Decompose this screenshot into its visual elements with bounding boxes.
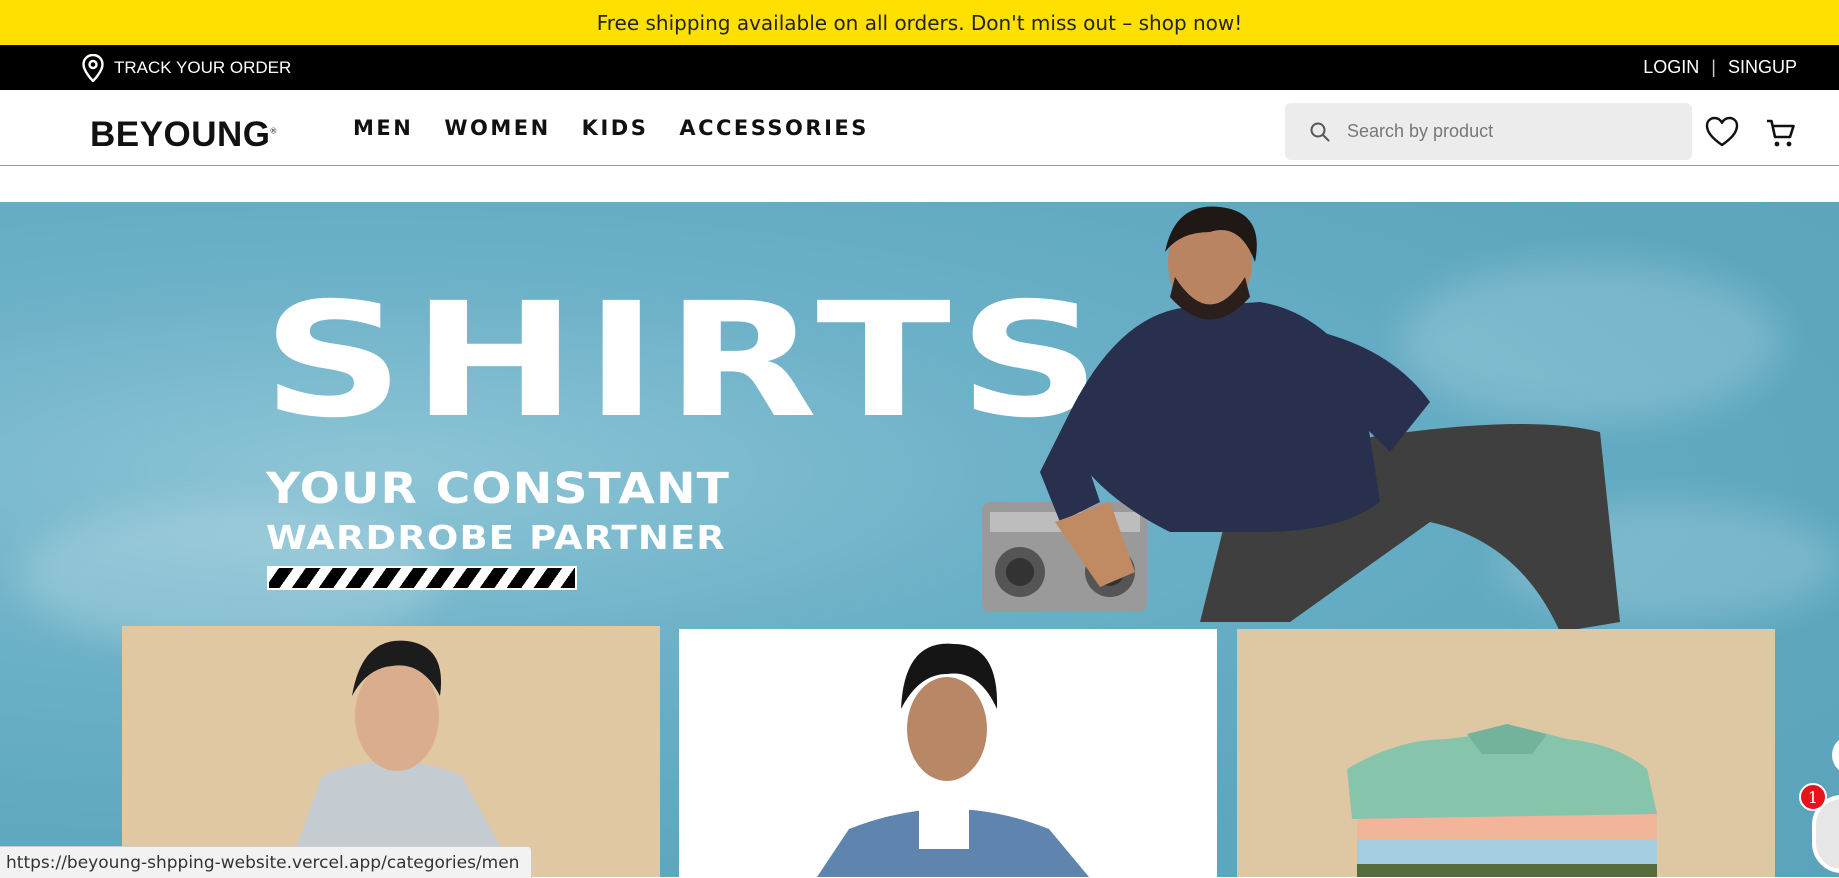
hero-subtitle-line1: YOUR CONSTANT — [266, 464, 731, 514]
search-input[interactable] — [1345, 120, 1679, 143]
logo-text: BEYOUNG — [90, 115, 271, 154]
top-utility-bar: TRACK YOUR ORDER LOGIN | SINGUP — [0, 45, 1839, 90]
hero-model-image — [982, 206, 1620, 632]
main-nav: MEN WOMEN KIDS ACCESSORIES — [353, 90, 869, 165]
hero-banner[interactable]: SHIRTS YOUR CONSTANT WARDROBE PARTNER — [0, 202, 1839, 877]
track-order-label: TRACK YOUR ORDER — [114, 57, 292, 77]
search-box — [1285, 103, 1692, 160]
signup-link[interactable]: SINGUP — [1728, 57, 1797, 78]
main-header: BEYOUNG® MEN WOMEN KIDS ACCESSORIES — [0, 90, 1839, 166]
nav-item-kids[interactable]: KIDS — [582, 116, 649, 140]
search-icon[interactable] — [1309, 121, 1331, 143]
hazard-stripe — [267, 566, 577, 590]
product-card[interactable] — [679, 629, 1217, 877]
product-card[interactable] — [122, 626, 660, 877]
announcement-text: Free shipping available on all orders. D… — [596, 10, 1243, 35]
product-card[interactable] — [1237, 629, 1775, 877]
location-pin-icon — [82, 53, 104, 82]
brand-logo[interactable]: BEYOUNG® — [90, 115, 277, 155]
logo-registered-mark: ® — [270, 126, 277, 136]
cart-icon[interactable] — [1765, 117, 1797, 149]
nav-item-men[interactable]: MEN — [353, 116, 413, 140]
auth-links: LOGIN | SINGUP — [1643, 45, 1797, 90]
browser-status-url: https://beyoung-shpping-website.vercel.a… — [0, 846, 533, 878]
track-order-link[interactable]: TRACK YOUR ORDER — [82, 45, 291, 90]
auth-divider: | — [1711, 57, 1716, 77]
hero-subtitle-line2: WARDROBE PARTNER — [266, 518, 726, 557]
heart-icon[interactable] — [1705, 116, 1739, 148]
nav-item-accessories[interactable]: ACCESSORIES — [679, 116, 869, 140]
product-image — [817, 643, 1089, 877]
product-image — [285, 640, 518, 877]
nav-item-women[interactable]: WOMEN — [444, 116, 550, 140]
announcement-bar: Free shipping available on all orders. D… — [0, 0, 1839, 45]
product-image — [1347, 724, 1657, 877]
login-link[interactable]: LOGIN — [1643, 57, 1699, 78]
notification-badge: 1 — [1799, 783, 1827, 811]
